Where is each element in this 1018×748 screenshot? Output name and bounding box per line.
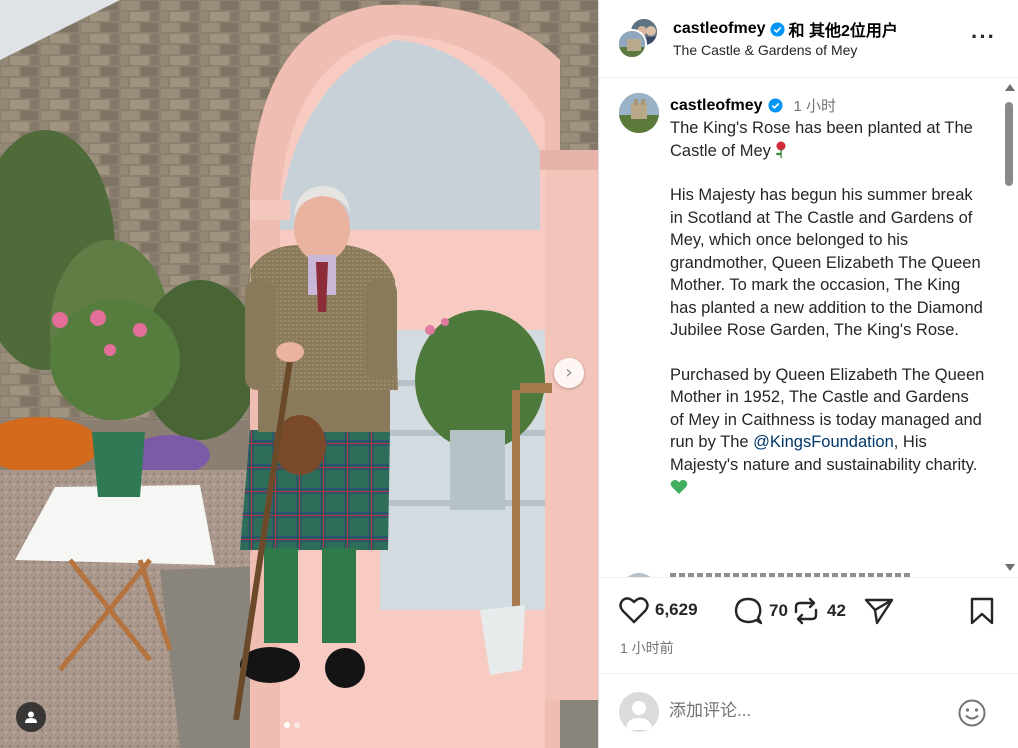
carousel-next-button[interactable]: › xyxy=(554,358,584,388)
comment-count[interactable]: 70 xyxy=(769,601,788,621)
post-header: castleofmey 和 其他2位用户 The Castle & Garden… xyxy=(599,0,1018,78)
scroll-up-arrow-icon[interactable] xyxy=(1005,84,1015,91)
heart-icon xyxy=(619,597,649,624)
username-text[interactable]: castleofmey xyxy=(673,20,766,38)
more-options-icon[interactable]: ··· xyxy=(971,26,996,48)
caption-text: The King's Rose has been planted at The … xyxy=(670,117,985,521)
comment-composer xyxy=(599,673,1018,748)
mention-link[interactable]: @KingsFoundation xyxy=(753,433,894,451)
post-sidebar: castleofmey 和 其他2位用户 The Castle & Garden… xyxy=(598,0,1018,748)
caption-time: 1 小时 xyxy=(793,98,837,115)
caption-username[interactable]: castleofmey xyxy=(670,97,763,115)
caption-header: castleofmey 1 小时 xyxy=(670,95,836,116)
chevron-right-icon: › xyxy=(565,362,573,383)
carousel-dot-active xyxy=(284,722,290,728)
comment-icon xyxy=(734,597,763,625)
caption-line: The King's Rose has been planted at The … xyxy=(670,119,973,160)
user-icon xyxy=(25,711,37,723)
repost-button[interactable]: 42 xyxy=(791,596,846,626)
post-timestamp[interactable]: 1 小时前 xyxy=(620,638,674,658)
carousel-indicator xyxy=(284,722,300,728)
like-count[interactable]: 6,629 xyxy=(655,600,698,620)
current-user-avatar[interactable] xyxy=(619,692,659,732)
scroll-down-arrow-icon[interactable] xyxy=(1005,564,1015,571)
comment-button[interactable]: 70 xyxy=(733,596,788,626)
post-actions: 6,629 70 42 1 小时前 xyxy=(599,577,1018,673)
repost-count[interactable]: 42 xyxy=(827,601,846,621)
caption-scrollbar[interactable] xyxy=(1003,84,1015,576)
caption-paragraph: The King's Rose has been planted at The … xyxy=(670,117,985,162)
bookmark-icon xyxy=(970,597,994,625)
post-photo[interactable]: › xyxy=(0,0,598,748)
green-heart-emoji-icon xyxy=(670,480,688,494)
caption-scroll-area[interactable]: castleofmey 1 小时 The King's Rose has bee… xyxy=(599,79,1018,577)
repost-icon xyxy=(794,597,818,625)
emoji-picker-icon[interactable] xyxy=(957,698,987,728)
comment-input[interactable] xyxy=(669,696,939,726)
collab-suffix[interactable]: 和 其他2位用户 xyxy=(789,17,898,41)
carousel-dot xyxy=(294,722,300,728)
header-subtitle[interactable]: The Castle & Gardens of Mey xyxy=(673,42,857,58)
header-username[interactable]: castleofmey 和 其他2位用户 xyxy=(673,17,898,41)
verified-badge-icon xyxy=(767,98,783,113)
like-button[interactable]: 6,629 xyxy=(619,596,698,624)
caption-paragraph: His Majesty has begun his summer break i… xyxy=(670,186,983,339)
post-view: › castleofmey 和 其他2位用户 The Castle & Gard… xyxy=(0,0,1018,748)
caption-avatar[interactable] xyxy=(619,93,659,133)
avatar xyxy=(617,29,647,59)
scrollbar-thumb[interactable] xyxy=(1005,102,1013,186)
verified-badge-icon xyxy=(769,21,785,37)
share-button[interactable] xyxy=(863,596,895,626)
send-icon xyxy=(864,598,894,625)
user-placeholder-icon xyxy=(619,692,659,732)
tagged-users-button[interactable] xyxy=(16,702,46,732)
caption-paragraph: Purchased by Queen Elizabeth The Queen M… xyxy=(670,364,985,499)
rose-emoji-icon xyxy=(776,141,786,158)
save-button[interactable] xyxy=(969,596,995,626)
collab-avatars[interactable] xyxy=(617,17,661,61)
photo-image xyxy=(0,0,598,748)
